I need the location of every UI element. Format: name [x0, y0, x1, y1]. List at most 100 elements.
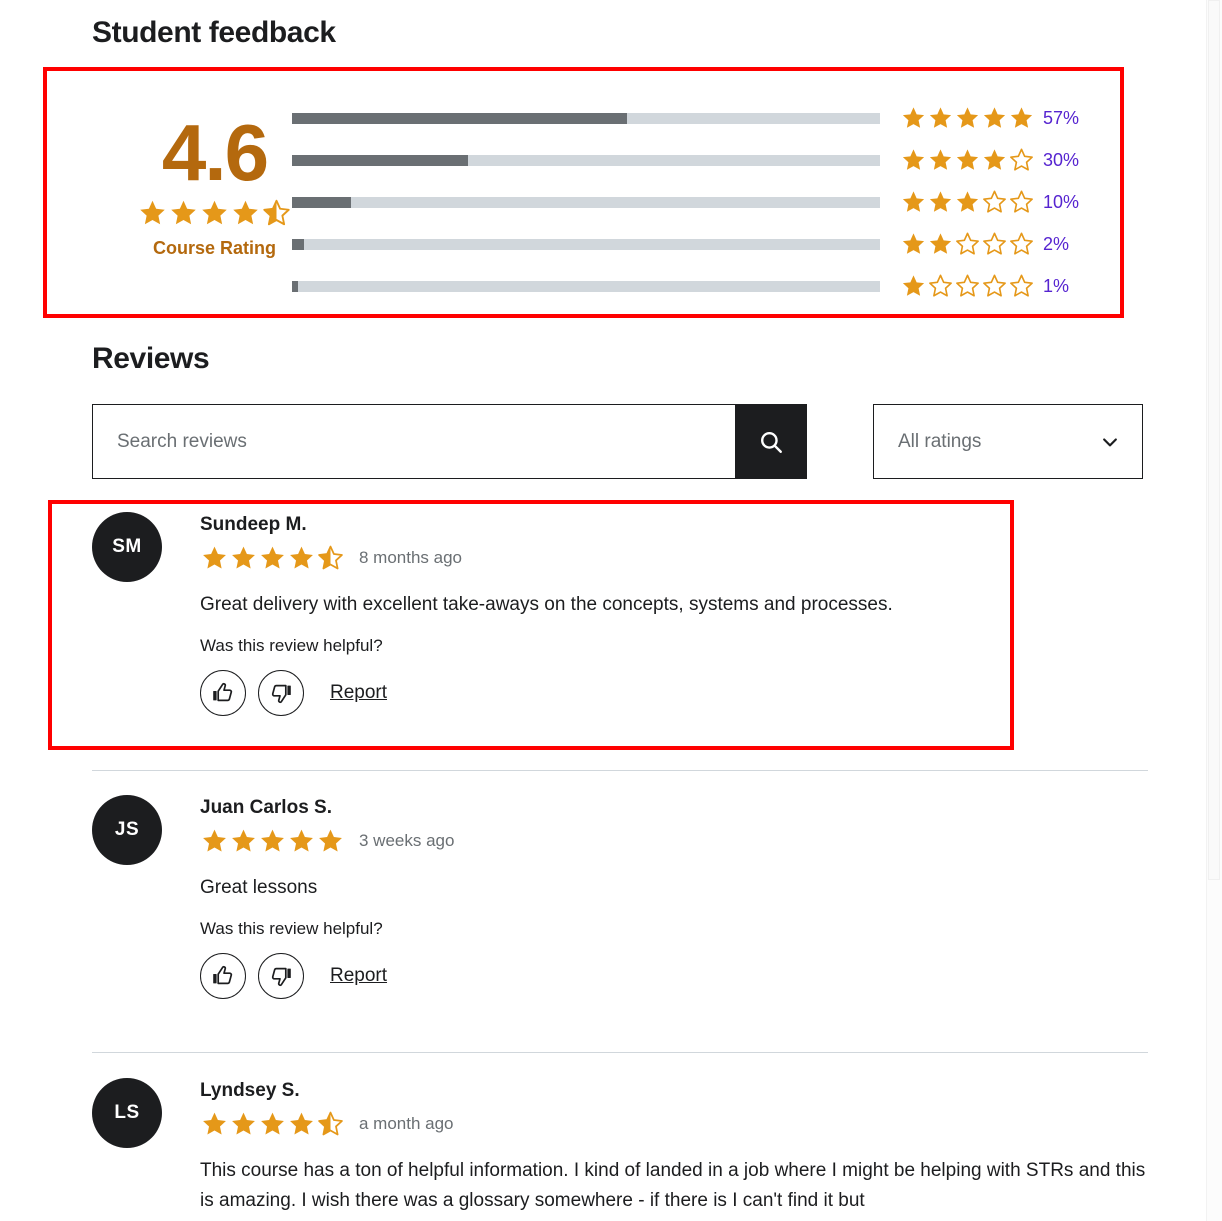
review-meta: 8 months ago — [200, 544, 1148, 572]
rating-bar-legend: 2% — [900, 231, 1087, 257]
search-input-wrapper[interactable] — [92, 404, 735, 479]
rating-bar-row[interactable]: 30% — [292, 139, 1102, 181]
student-feedback-panel: 4.6 Course Rating 57% 30% 10% 2% 1% — [47, 71, 1120, 314]
rating-bar-stars — [900, 147, 1035, 173]
reviewer-name: Juan Carlos S. — [200, 797, 332, 818]
star-empty-icon — [1010, 190, 1033, 213]
rating-bar-percent: 10% — [1043, 191, 1080, 212]
thumbs-up-icon — [213, 966, 233, 985]
star-full-icon — [290, 1112, 313, 1135]
star-full-icon — [902, 275, 925, 296]
rating-bar-row[interactable]: 57% — [292, 97, 1102, 139]
star-full-icon — [290, 546, 313, 569]
reviewer-name: Lyndsey S. — [200, 1080, 300, 1101]
star-full-icon — [203, 829, 226, 852]
report-link[interactable]: Report — [330, 682, 387, 704]
rating-bar-row[interactable]: 10% — [292, 181, 1102, 223]
review-divider — [92, 1052, 1148, 1053]
rating-bar-legend: 57% — [900, 105, 1087, 131]
rating-bar-track — [292, 112, 880, 124]
thumbs-up-button[interactable] — [200, 953, 246, 999]
star-full-icon — [902, 149, 925, 170]
review-action-row: Report — [200, 670, 1148, 716]
rating-bar-fill — [292, 196, 351, 208]
avatar: LS — [92, 1078, 162, 1148]
rating-bar-legend: 30% — [900, 147, 1087, 173]
rating-bar-stars — [900, 231, 1035, 257]
review-timestamp: a month ago — [359, 1114, 454, 1133]
star-full-icon — [232, 1112, 255, 1135]
star-full-icon — [902, 233, 925, 254]
rating-bar-track — [292, 196, 880, 208]
star-half-icon — [318, 545, 343, 570]
review-card: JS Juan Carlos S. 3 weeks ago Great less… — [92, 795, 1148, 999]
review-timestamp: 3 weeks ago — [359, 831, 455, 850]
star-full-icon — [983, 149, 1006, 170]
rating-bar-fill — [292, 112, 628, 124]
star-full-icon — [983, 107, 1006, 128]
review-search-group — [92, 404, 807, 479]
rating-bar-track — [292, 280, 880, 292]
thumbs-up-button[interactable] — [200, 670, 246, 716]
rating-bar-row[interactable]: 1% — [292, 265, 1102, 307]
rating-bar-fill — [292, 280, 298, 292]
reviews-title: Reviews — [92, 342, 210, 375]
search-input[interactable] — [93, 430, 735, 453]
star-full-icon — [319, 829, 342, 852]
star-full-icon — [956, 191, 979, 212]
chevron-down-icon — [1103, 437, 1117, 446]
star-empty-icon — [983, 274, 1006, 297]
rating-bar-stars — [900, 273, 1035, 299]
star-full-icon — [1010, 107, 1033, 128]
star-half-icon — [318, 1111, 343, 1136]
ratings-filter-value: All ratings — [898, 430, 982, 452]
star-full-icon — [203, 1112, 226, 1135]
rating-bar-percent: 30% — [1043, 149, 1080, 170]
star-full-icon — [956, 149, 979, 170]
review-meta: 3 weeks ago — [200, 827, 1148, 855]
star-empty-icon — [1010, 232, 1033, 255]
rating-bar-stars — [900, 105, 1035, 131]
ratings-filter-dropdown[interactable]: All ratings — [873, 404, 1143, 479]
rating-bar-legend: 10% — [900, 189, 1087, 215]
star-full-icon — [203, 546, 226, 569]
student-feedback-page: Student feedback 4.6 Course Rating 57% 3… — [0, 0, 1222, 1221]
star-empty-icon — [929, 274, 952, 297]
page-scrollbar-track[interactable] — [1206, 0, 1222, 1221]
search-button[interactable] — [735, 404, 807, 479]
helpful-prompt: Was this review helpful? — [200, 636, 383, 655]
review-body: Lyndsey S. a month ago This course has a… — [200, 1078, 1148, 1216]
star-empty-icon — [956, 274, 979, 297]
rating-bar-percent: 2% — [1043, 233, 1070, 254]
star-full-icon — [232, 829, 255, 852]
star-empty-icon — [983, 232, 1006, 255]
star-full-icon — [929, 233, 952, 254]
rating-bar-percent: 57% — [1043, 107, 1080, 128]
rating-bar-stars — [900, 189, 1035, 215]
rating-distribution-chart: 57% 30% 10% 2% 1% — [292, 97, 1102, 307]
star-full-icon — [202, 200, 227, 225]
review-stars — [200, 544, 345, 572]
avatar: SM — [92, 512, 162, 582]
star-full-icon — [261, 546, 284, 569]
review-body: Sundeep M. 8 months ago Great delivery w… — [200, 512, 1148, 716]
thumbs-down-button[interactable] — [258, 670, 304, 716]
star-empty-icon — [983, 190, 1006, 213]
rating-bar-row[interactable]: 2% — [292, 223, 1102, 265]
thumbs-down-icon — [271, 684, 291, 703]
helpful-prompt: Was this review helpful? — [200, 919, 383, 938]
review-timestamp: 8 months ago — [359, 548, 463, 567]
page-scrollbar-thumb[interactable] — [1208, 0, 1220, 880]
star-full-icon — [232, 546, 255, 569]
star-empty-icon — [1010, 148, 1033, 171]
page-title: Student feedback — [92, 16, 336, 49]
thumbs-down-button[interactable] — [258, 953, 304, 999]
rating-bar-fill — [292, 238, 304, 250]
review-action-row: Report — [200, 953, 1148, 999]
review-meta: a month ago — [200, 1110, 1148, 1138]
star-full-icon — [171, 200, 196, 225]
rating-bar-percent: 1% — [1043, 275, 1070, 296]
star-full-icon — [929, 107, 952, 128]
report-link[interactable]: Report — [330, 965, 387, 987]
review-divider — [92, 770, 1148, 771]
